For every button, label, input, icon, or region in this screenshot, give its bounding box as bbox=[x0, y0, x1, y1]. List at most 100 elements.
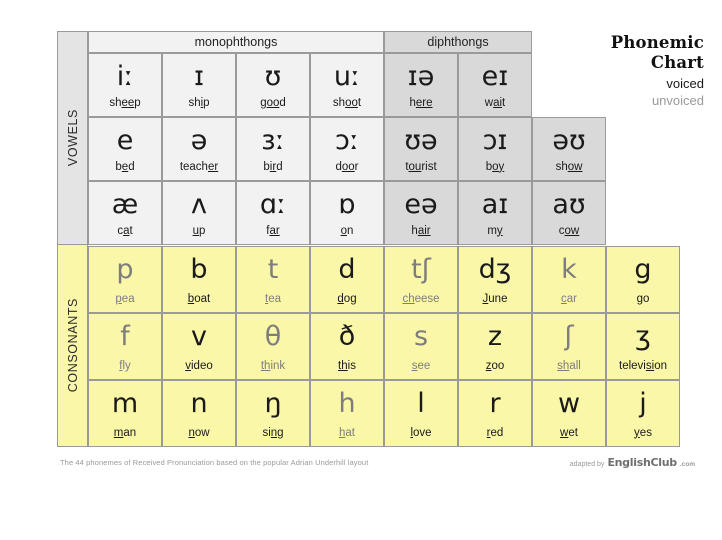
phoneme-symbol: ʊ bbox=[264, 61, 282, 92]
phoneme-cell-w[interactable]: w wet bbox=[532, 380, 606, 447]
phoneme-cell-ɔɪ[interactable]: ɔɪ boy bbox=[458, 117, 532, 181]
phoneme-symbol: ʊə bbox=[404, 125, 438, 156]
phoneme-cell-e[interactable]: e bed bbox=[88, 117, 162, 181]
phoneme-cell-t[interactable]: t tea bbox=[236, 246, 310, 313]
phoneme-cell-s[interactable]: s see bbox=[384, 313, 458, 380]
example-word: shall bbox=[557, 359, 581, 372]
page-title-line2: Chart bbox=[650, 52, 704, 72]
phoneme-symbol: ɪə bbox=[407, 61, 435, 92]
phoneme-symbol: e bbox=[116, 125, 134, 156]
phoneme-cell-ɜː[interactable]: ɜː bird bbox=[236, 117, 310, 181]
phoneme-cell-uː[interactable]: uː shoot bbox=[310, 53, 384, 117]
example-word: cat bbox=[117, 224, 133, 237]
phoneme-cell-æ[interactable]: æ cat bbox=[88, 181, 162, 245]
phoneme-symbol: ɔɪ bbox=[482, 125, 508, 156]
phoneme-symbol: ɪ bbox=[193, 61, 205, 92]
phoneme-cell-aɪ[interactable]: aɪ my bbox=[458, 181, 532, 245]
phoneme-symbol: t bbox=[267, 254, 279, 285]
phoneme-cell-θ[interactable]: θ think bbox=[236, 313, 310, 380]
example-word: cheese bbox=[402, 292, 440, 305]
phoneme-cell-əʊ[interactable]: əʊ show bbox=[532, 117, 606, 181]
phoneme-cell-ɪ[interactable]: ɪ ship bbox=[162, 53, 236, 117]
example-word: shoot bbox=[332, 96, 362, 109]
phoneme-cell-ð[interactable]: ð this bbox=[310, 313, 384, 380]
phoneme-cell-tʃ[interactable]: tʃ cheese bbox=[384, 246, 458, 313]
phoneme-cell-k[interactable]: k car bbox=[532, 246, 606, 313]
phonemic-chart: VOWELS CONSONANTS monophthongs diphthong… bbox=[0, 0, 722, 540]
phoneme-symbol: ŋ bbox=[264, 388, 282, 419]
phoneme-symbol: b bbox=[190, 254, 208, 285]
phoneme-symbol: l bbox=[417, 388, 425, 419]
phoneme-cell-iː[interactable]: iː sheep bbox=[88, 53, 162, 117]
phoneme-symbol: əʊ bbox=[552, 125, 586, 156]
example-word: wait bbox=[484, 96, 506, 109]
phoneme-cell-eə[interactable]: eə hair bbox=[384, 181, 458, 245]
phoneme-cell-dʒ[interactable]: dʒ June bbox=[458, 246, 532, 313]
phoneme-symbol: uː bbox=[333, 61, 361, 92]
phoneme-cell-v[interactable]: v video bbox=[162, 313, 236, 380]
example-word: far bbox=[266, 224, 280, 237]
phoneme-cell-ŋ[interactable]: ŋ sing bbox=[236, 380, 310, 447]
diphthongs-label: diphthongs bbox=[427, 35, 489, 49]
phoneme-symbol: p bbox=[116, 254, 134, 285]
example-word: red bbox=[486, 426, 504, 439]
phoneme-cell-d[interactable]: d dog bbox=[310, 246, 384, 313]
phoneme-cell-aʊ[interactable]: aʊ cow bbox=[532, 181, 606, 245]
phoneme-cell-ɪə[interactable]: ɪə here bbox=[384, 53, 458, 117]
phoneme-cell-n[interactable]: n now bbox=[162, 380, 236, 447]
phoneme-cell-eɪ[interactable]: eɪ wait bbox=[458, 53, 532, 117]
phoneme-symbol: g bbox=[634, 254, 652, 285]
phoneme-cell-h[interactable]: h hat bbox=[310, 380, 384, 447]
phoneme-symbol: æ bbox=[111, 189, 139, 220]
example-word: here bbox=[409, 96, 433, 109]
phoneme-symbol: h bbox=[338, 388, 356, 419]
phoneme-symbol: m bbox=[111, 388, 139, 419]
phoneme-symbol: θ bbox=[264, 321, 282, 352]
phoneme-cell-ʊ[interactable]: ʊ good bbox=[236, 53, 310, 117]
consonants-label-text: CONSONANTS bbox=[65, 298, 80, 393]
phoneme-symbol: iː bbox=[116, 61, 134, 92]
phoneme-symbol: f bbox=[120, 321, 130, 352]
phoneme-cell-ə[interactable]: ə teacher bbox=[162, 117, 236, 181]
phoneme-cell-ɑː[interactable]: ɑː far bbox=[236, 181, 310, 245]
phoneme-cell-ʊə[interactable]: ʊə tourist bbox=[384, 117, 458, 181]
phoneme-cell-g[interactable]: g go bbox=[606, 246, 680, 313]
phoneme-symbol: ʌ bbox=[191, 189, 207, 220]
example-word: see bbox=[411, 359, 431, 372]
phoneme-symbol: aʊ bbox=[552, 189, 586, 220]
phoneme-symbol: eɪ bbox=[481, 61, 509, 92]
example-word: love bbox=[410, 426, 432, 439]
phoneme-cell-p[interactable]: p pea bbox=[88, 246, 162, 313]
phoneme-cell-ʃ[interactable]: ʃ shall bbox=[532, 313, 606, 380]
example-word: my bbox=[487, 224, 503, 237]
phoneme-cell-ɒ[interactable]: ɒ on bbox=[310, 181, 384, 245]
phoneme-cell-ʒ[interactable]: ʒ television bbox=[606, 313, 680, 380]
example-word: door bbox=[335, 160, 359, 173]
attribution-tld: .com bbox=[679, 461, 695, 468]
phoneme-symbol: v bbox=[191, 321, 207, 352]
phoneme-cell-b[interactable]: b boat bbox=[162, 246, 236, 313]
phoneme-cell-m[interactable]: m man bbox=[88, 380, 162, 447]
phoneme-cell-l[interactable]: l love bbox=[384, 380, 458, 447]
example-word: up bbox=[192, 224, 206, 237]
example-word: think bbox=[260, 359, 286, 372]
phoneme-cell-ɔː[interactable]: ɔː door bbox=[310, 117, 384, 181]
example-word: show bbox=[555, 160, 583, 173]
category-header-diphthongs: diphthongs bbox=[384, 31, 532, 53]
attribution-prefix: adapted by bbox=[569, 461, 605, 468]
phoneme-symbol: z bbox=[487, 321, 503, 352]
phoneme-symbol: ə bbox=[190, 125, 208, 156]
phoneme-symbol: w bbox=[557, 388, 581, 419]
phoneme-cell-r[interactable]: r red bbox=[458, 380, 532, 447]
phoneme-cell-j[interactable]: j yes bbox=[606, 380, 680, 447]
example-word: bed bbox=[115, 160, 135, 173]
phoneme-cell-f[interactable]: f fly bbox=[88, 313, 162, 380]
phoneme-cell-z[interactable]: z zoo bbox=[458, 313, 532, 380]
chart-title-block: Phonemic Chart voiced unvoiced bbox=[534, 33, 704, 110]
example-word: pea bbox=[115, 292, 135, 305]
example-word: cow bbox=[558, 224, 580, 237]
example-word: on bbox=[340, 224, 354, 237]
phoneme-symbol: k bbox=[561, 254, 577, 285]
phoneme-cell-ʌ[interactable]: ʌ up bbox=[162, 181, 236, 245]
attribution: adapted by EnglishClub .com bbox=[570, 456, 695, 469]
